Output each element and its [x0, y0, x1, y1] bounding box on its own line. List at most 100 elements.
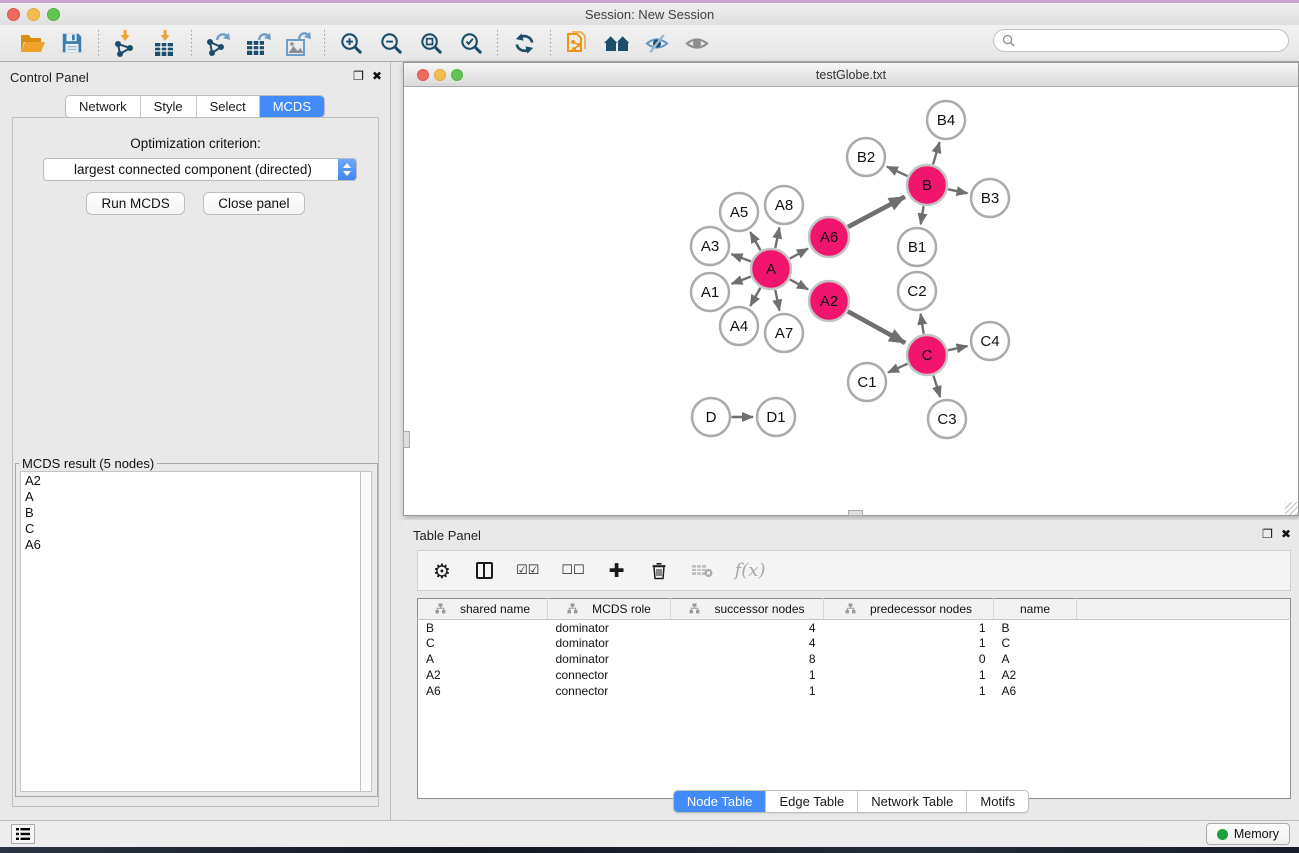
- table-cell[interactable]: connector: [548, 683, 671, 699]
- delete-column-icon[interactable]: [649, 559, 669, 583]
- close-panel-button[interactable]: Close panel: [203, 192, 304, 215]
- task-history-button[interactable]: [11, 824, 35, 844]
- graph-edge-C-C2[interactable]: [921, 314, 924, 334]
- graph-edge-A6-B[interactable]: [848, 197, 905, 227]
- mcds-result-item[interactable]: A: [25, 489, 356, 505]
- column-header-MCDS-role[interactable]: MCDS role: [548, 599, 671, 620]
- table-row[interactable]: A6connector11A6: [418, 683, 1291, 699]
- graph-edge-B-B3[interactable]: [948, 189, 967, 193]
- mcds-result-item[interactable]: C: [25, 521, 356, 537]
- refresh-icon[interactable]: [504, 28, 544, 58]
- export-image-icon[interactable]: [278, 28, 318, 58]
- table-cell[interactable]: 4: [671, 635, 824, 651]
- table-cell[interactable]: A: [418, 651, 548, 667]
- optimization-select[interactable]: largest connected component (directed): [43, 158, 357, 181]
- graph-edge-A-A1[interactable]: [732, 277, 751, 284]
- graph-edge-A-A3[interactable]: [732, 254, 751, 261]
- table-cell[interactable]: 1: [671, 667, 824, 683]
- table-row[interactable]: A2connector11A2: [418, 667, 1291, 683]
- graph-edge-B-B1[interactable]: [921, 206, 924, 224]
- import-table-icon[interactable]: [145, 28, 185, 58]
- show-graphics-details-icon[interactable]: [677, 28, 717, 58]
- show-column-icon[interactable]: [474, 559, 494, 583]
- open-session-icon[interactable]: [12, 28, 52, 58]
- table-cell[interactable]: A6: [418, 683, 548, 699]
- graph-edge-A-A7[interactable]: [775, 290, 779, 310]
- float-panel-icon[interactable]: ❐: [353, 69, 364, 83]
- deselect-all-icon[interactable]: ☐☐: [561, 559, 584, 583]
- graph-edge-A-A8[interactable]: [775, 228, 779, 248]
- table-row[interactable]: Cdominator41C: [418, 635, 1291, 651]
- table-cell[interactable]: 1: [671, 683, 824, 699]
- graph-edge-A-A2[interactable]: [790, 279, 808, 289]
- table-cell[interactable]: 1: [824, 683, 994, 699]
- new-network-from-file-icon[interactable]: [557, 28, 597, 58]
- float-panel-icon[interactable]: ❐: [1262, 527, 1273, 541]
- graph-edge-C-C3[interactable]: [933, 376, 940, 398]
- tab-network-table[interactable]: Network Table: [857, 791, 966, 812]
- table-cell[interactable]: 1: [824, 620, 994, 636]
- table-cell[interactable]: C: [418, 635, 548, 651]
- zoom-out-icon[interactable]: [371, 28, 411, 58]
- graph-edge-C-C4[interactable]: [948, 346, 968, 350]
- table-cell[interactable]: A2: [994, 667, 1077, 683]
- column-header-name[interactable]: name: [994, 599, 1077, 620]
- table-cell[interactable]: 1: [824, 667, 994, 683]
- table-cell[interactable]: A2: [418, 667, 548, 683]
- graph-edge-A-A4[interactable]: [750, 288, 760, 306]
- zoom-fit-icon[interactable]: [411, 28, 451, 58]
- graph-edge-C-C1[interactable]: [888, 364, 907, 373]
- table-cell[interactable]: 8: [671, 651, 824, 667]
- tab-node-table[interactable]: Node Table: [674, 791, 766, 812]
- tab-edge-table[interactable]: Edge Table: [765, 791, 857, 812]
- table-cell[interactable]: dominator: [548, 620, 671, 636]
- close-panel-icon[interactable]: ✖: [1281, 527, 1291, 541]
- network-canvas[interactable]: B4B2BB3A8A5A6A3B1AC2A1A2A4A7C4CC1DD1C3: [404, 87, 1298, 515]
- table-cell[interactable]: dominator: [548, 635, 671, 651]
- graph-edge-A-A6[interactable]: [790, 249, 808, 259]
- close-panel-icon[interactable]: ✖: [372, 69, 382, 83]
- zoom-in-icon[interactable]: [331, 28, 371, 58]
- table-row[interactable]: Bdominator41B: [418, 620, 1291, 636]
- table-cell[interactable]: A: [994, 651, 1077, 667]
- column-header-shared-name[interactable]: shared name: [418, 599, 548, 620]
- search-input[interactable]: [1020, 34, 1280, 48]
- table-cell[interactable]: B: [418, 620, 548, 636]
- tab-style[interactable]: Style: [140, 96, 196, 117]
- zoom-selected-icon[interactable]: [451, 28, 491, 58]
- graph-edge-B-B4[interactable]: [933, 142, 940, 164]
- table-cell[interactable]: 1: [824, 635, 994, 651]
- network-window-titlebar[interactable]: testGlobe.txt: [404, 63, 1298, 87]
- export-table-icon[interactable]: [238, 28, 278, 58]
- table-cell[interactable]: 4: [671, 620, 824, 636]
- column-header-successor-nodes[interactable]: successor nodes: [671, 599, 824, 620]
- select-all-icon[interactable]: ☑☑: [516, 559, 539, 583]
- memory-button[interactable]: Memory: [1206, 823, 1290, 845]
- import-network-icon[interactable]: [105, 28, 145, 58]
- mcds-result-item[interactable]: B: [25, 505, 356, 521]
- graph-edge-B-B2[interactable]: [887, 167, 908, 176]
- resize-corner[interactable]: [1285, 502, 1298, 515]
- hide-graphics-details-icon[interactable]: [637, 28, 677, 58]
- table-cell[interactable]: dominator: [548, 651, 671, 667]
- tab-select[interactable]: Select: [196, 96, 259, 117]
- table-cell[interactable]: 0: [824, 651, 994, 667]
- save-session-icon[interactable]: [52, 28, 92, 58]
- function-builder-icon[interactable]: f(x): [735, 559, 766, 583]
- add-column-icon[interactable]: ✚: [607, 559, 627, 583]
- run-mcds-button[interactable]: Run MCDS: [86, 192, 184, 215]
- tab-network[interactable]: Network: [66, 96, 140, 117]
- mcds-result-item[interactable]: A6: [25, 537, 356, 553]
- splitter-grip[interactable]: [403, 431, 410, 448]
- export-network-icon[interactable]: [198, 28, 238, 58]
- tab-motifs[interactable]: Motifs: [966, 791, 1028, 812]
- table-cell[interactable]: C: [994, 635, 1077, 651]
- table-cell[interactable]: B: [994, 620, 1077, 636]
- table-cell[interactable]: connector: [548, 667, 671, 683]
- table-settings-icon[interactable]: ⚙: [432, 559, 452, 583]
- tab-mcds[interactable]: MCDS: [259, 96, 324, 117]
- table-cell[interactable]: A6: [994, 683, 1077, 699]
- show-home-views-icon[interactable]: [597, 28, 637, 58]
- graph-edge-A2-C[interactable]: [848, 311, 905, 343]
- column-header-predecessor-nodes[interactable]: predecessor nodes: [824, 599, 994, 620]
